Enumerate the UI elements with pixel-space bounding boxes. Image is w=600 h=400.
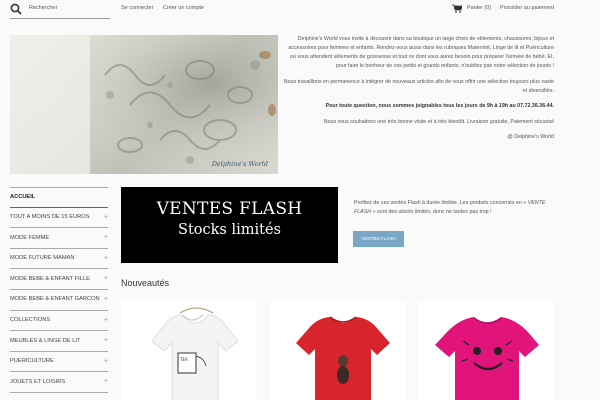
search-input[interactable]: Rechercher bbox=[29, 5, 57, 11]
sidebar-item-label: MODE FEMME bbox=[10, 234, 50, 241]
sidebar-item-label: MEUBLES & LINGE DE LIT bbox=[10, 337, 81, 344]
tshirt-white-image: TEA bbox=[151, 307, 239, 400]
sidebar-item-label: ACCUEIL bbox=[10, 194, 36, 200]
sidebar-item-puericulture[interactable]: PUERICULTURE + bbox=[10, 352, 108, 373]
new-arrivals-title: Nouveautés bbox=[121, 278, 170, 288]
expand-plus-icon[interactable]: + bbox=[104, 317, 108, 324]
intro-paragraph: Delphine's World vous invite à découvrir… bbox=[288, 36, 554, 69]
sidebar-item-accueil[interactable]: ACCUEIL bbox=[10, 187, 108, 208]
product-card[interactable]: TEA bbox=[121, 301, 256, 400]
sidebar-item-bebe-garcon[interactable]: MODE BEBE & ENFANT GARCON + bbox=[10, 290, 108, 311]
sidebar-item-mode-femme[interactable]: MODE FEMME + bbox=[10, 228, 108, 249]
flash-description: Profitez de ces ventes Flash à durée lim… bbox=[354, 199, 554, 217]
tshirt-red-image bbox=[296, 316, 390, 400]
expand-plus-icon[interactable]: + bbox=[104, 337, 108, 344]
sidebar-item-meubles[interactable]: MEUBLES & LINGE DE LIT + bbox=[10, 331, 108, 352]
banner-title: VENTES FLASH bbox=[156, 199, 303, 219]
product-card[interactable] bbox=[270, 301, 405, 400]
sidebar-item-future-maman[interactable]: MODE FUTURE MAMAN + bbox=[10, 249, 108, 270]
cart-link[interactable]: Panier (0) bbox=[467, 5, 491, 11]
banner-subtitle: Stocks limités bbox=[178, 222, 281, 238]
flash-text-part: , donc ne tardez pas trop ! bbox=[430, 209, 492, 215]
cart-icon[interactable] bbox=[452, 4, 462, 13]
expand-plus-icon[interactable]: + bbox=[104, 214, 108, 221]
expand-plus-icon[interactable]: + bbox=[104, 255, 108, 262]
product-card[interactable] bbox=[418, 301, 553, 400]
expand-plus-icon[interactable]: + bbox=[104, 358, 108, 365]
checkout-link[interactable]: Procéder au paiement bbox=[500, 5, 554, 11]
expand-plus-icon[interactable]: + bbox=[104, 378, 108, 385]
sidebar-item-label: JOUETS ET LOISIRS bbox=[10, 378, 66, 385]
intro-contact: Pour toute question, nous sommes joignab… bbox=[325, 103, 554, 109]
sidebar-item-label: MODE BEBE & ENFANT FILLE bbox=[10, 275, 90, 282]
sidebar-item-bebe-fille[interactable]: MODE BEBE & ENFANT FILLE + bbox=[10, 269, 108, 290]
hero-signature: Delphine's World bbox=[211, 160, 268, 168]
intro-text: Delphine's World vous invite à découvrir… bbox=[283, 35, 554, 149]
flash-text-emphasis: stocks limités bbox=[398, 209, 431, 215]
flash-text-part: Profitez de ces ventes Flash à durée lim… bbox=[354, 200, 527, 206]
svg-text:TEA: TEA bbox=[179, 357, 188, 362]
hero-lace-pattern bbox=[10, 35, 278, 174]
flash-text-part: » sont des bbox=[372, 209, 398, 215]
hero-image: Delphine's World bbox=[10, 35, 278, 174]
expand-plus-icon[interactable]: + bbox=[104, 296, 108, 303]
intro-paragraph: Nous travaillons en permanence à intégre… bbox=[283, 78, 554, 94]
intro-copyright: @ Delphine's World bbox=[507, 134, 554, 140]
sidebar-item-moins-15[interactable]: TOUT A MOINS DE 15 EUROS + bbox=[10, 208, 108, 229]
sidebar-item-jouets[interactable]: JOUETS ET LOISIRS + bbox=[10, 372, 108, 393]
login-link[interactable]: Se connecter bbox=[121, 5, 153, 11]
flash-sale-banner[interactable]: VENTES FLASH Stocks limités bbox=[121, 187, 338, 263]
search-underline bbox=[10, 18, 110, 19]
sidebar-item-label: TOUT A MOINS DE 15 EUROS bbox=[10, 214, 90, 221]
sidebar-item-collections[interactable]: COLLECTIONS + bbox=[10, 311, 108, 332]
sidebar-item-label: PUERICULTURE bbox=[10, 358, 54, 365]
intro-paragraph: Nous vous souhaitons une très bonne visi… bbox=[323, 118, 554, 125]
search-icon[interactable] bbox=[10, 3, 22, 15]
register-link[interactable]: Créer un compte bbox=[163, 5, 204, 11]
sidebar-item-label: MODE FUTURE MAMAN bbox=[10, 255, 75, 262]
expand-plus-icon[interactable]: + bbox=[104, 234, 108, 241]
tshirt-pink-image bbox=[435, 317, 539, 400]
top-bar: Rechercher Se connecter Créer un compte … bbox=[0, 0, 600, 20]
sidebar-item-label: MODE BEBE & ENFANT GARCON bbox=[10, 296, 100, 303]
flash-sale-button[interactable]: VENTES FLASH bbox=[353, 231, 404, 247]
category-sidebar: ACCUEIL TOUT A MOINS DE 15 EUROS + MODE … bbox=[10, 187, 108, 393]
sidebar-item-label: COLLECTIONS bbox=[10, 317, 51, 324]
expand-plus-icon[interactable]: + bbox=[104, 275, 108, 282]
